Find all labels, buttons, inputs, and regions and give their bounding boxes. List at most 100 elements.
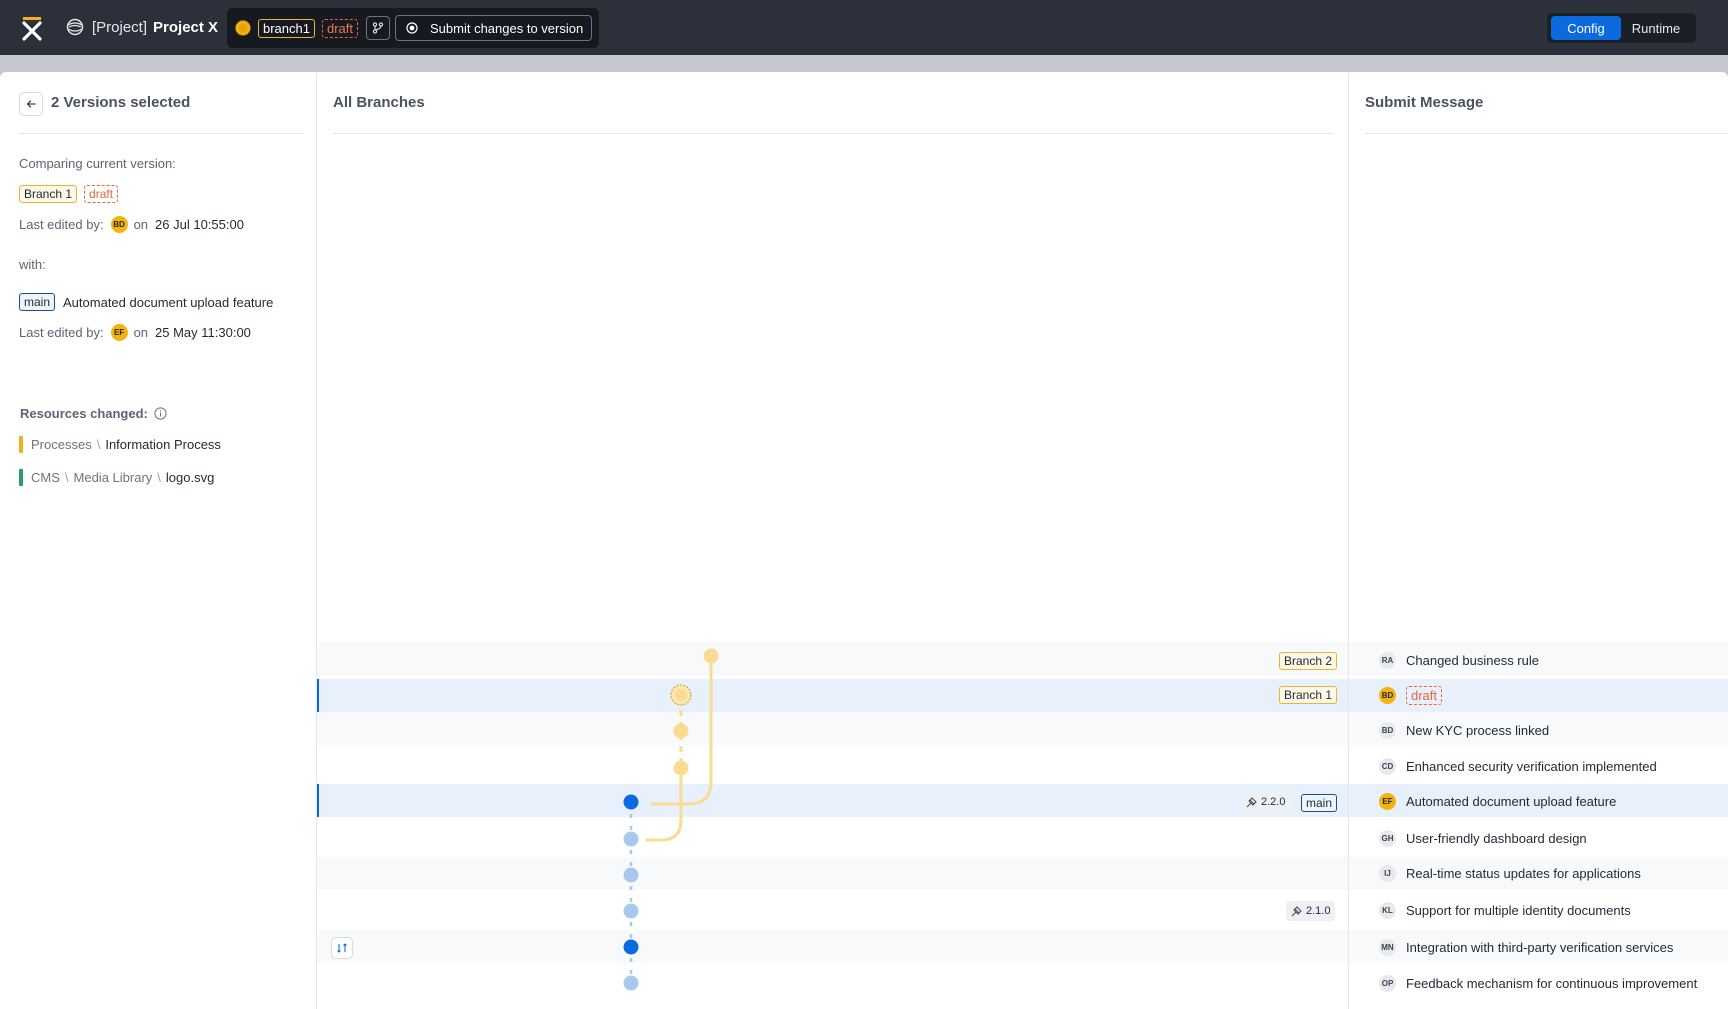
resource-name: logo.svg — [165, 470, 215, 485]
message-row[interactable]: IJ Real-time status updates for applicat… — [1379, 865, 1641, 882]
other-version-message: Automated document upload feature — [63, 294, 274, 310]
current-version-tags: Branch 1 draft — [19, 185, 119, 203]
commit-node[interactable] — [623, 939, 639, 955]
branch-fork-button[interactable] — [366, 16, 390, 40]
commit-node-draft-core — [675, 689, 687, 701]
commit-node[interactable] — [623, 867, 639, 883]
message-row[interactable]: GH User-friendly dashboard design — [1379, 830, 1587, 847]
branch2-tag[interactable]: Branch 2 — [1279, 652, 1338, 670]
release-icon — [1246, 796, 1257, 807]
main-branch-chip[interactable]: main — [19, 293, 56, 311]
last-edited-label: Last edited by: — [19, 325, 104, 340]
message-text: Feedback mechanism for continuous improv… — [1406, 976, 1698, 991]
divider — [19, 133, 304, 134]
back-button[interactable] — [19, 92, 43, 116]
record-icon — [406, 22, 418, 34]
current-draft-chip: draft — [84, 185, 119, 203]
last-edited-label: Last edited by: — [19, 217, 104, 232]
current-branch-tag[interactable]: branch1 — [258, 18, 315, 38]
message-text: Real-time status updates for application… — [1406, 866, 1641, 881]
top-bar: [Project] Project X branch1 draft Submit… — [0, 0, 1728, 55]
current-last-edited: Last edited by: BD on 26 Jul 10:55:00 — [19, 216, 244, 233]
resource-path: Processes — [31, 437, 92, 452]
message-row[interactable]: BD New KYC process linked — [1379, 722, 1549, 739]
main-tag[interactable]: main — [1301, 794, 1338, 812]
versions-sidebar: 2 Versions selected Comparing current ve… — [0, 72, 317, 1009]
avatar: BD — [1379, 722, 1396, 739]
resource-path: Media Library — [73, 470, 153, 485]
path-separator: \ — [96, 437, 101, 452]
message-text: Support for multiple identity documents — [1406, 903, 1631, 918]
fork-icon — [372, 22, 384, 34]
message-row[interactable]: BD draft — [1379, 686, 1443, 705]
branch-toolbar: branch1 draft Submit changes to version — [227, 8, 599, 48]
branch-graph-panel: All Branches Branch 2 Branch 1 2.2.0 mai… — [317, 72, 1349, 1009]
message-text: Enhanced security verification implement… — [1406, 759, 1657, 774]
release-icon — [1291, 905, 1302, 916]
info-icon[interactable] — [154, 407, 167, 420]
submit-changes-label: Submit changes to version — [430, 20, 584, 36]
resource-color-bar — [19, 469, 23, 486]
resource-path: CMS — [31, 470, 60, 485]
resource-item[interactable]: Processes \ Information Process — [19, 436, 221, 453]
branch1-tag[interactable]: Branch 1 — [1279, 686, 1338, 704]
message-row[interactable]: RA Changed business rule — [1379, 652, 1539, 669]
versions-selected-title: 2 Versions selected — [51, 94, 191, 111]
resource-name: Information Process — [105, 437, 221, 452]
commit-node[interactable] — [623, 975, 639, 991]
avatar: GH — [1379, 830, 1396, 847]
comparing-label: Comparing current version: — [19, 156, 176, 171]
project-breadcrumb[interactable]: [Project] Project X — [66, 18, 218, 36]
on-label: on — [133, 217, 149, 232]
commit-node-branch2[interactable] — [703, 648, 719, 664]
current-branch-chip[interactable]: Branch 1 — [19, 185, 78, 203]
draft-sun-icon — [235, 20, 251, 36]
message-text: Automated document upload feature — [1406, 794, 1617, 809]
current-edit-date: 26 Jul 10:55:00 — [155, 217, 244, 232]
commit-node[interactable] — [623, 831, 639, 847]
message-text: User-friendly dashboard design — [1406, 831, 1587, 846]
resources-changed-heading: Resources changed: — [20, 406, 167, 421]
avatar: KL — [1379, 902, 1396, 919]
version-tag-2-1-0[interactable]: 2.1.0 — [1286, 901, 1336, 921]
message-text: Changed business rule — [1406, 653, 1539, 668]
compare-toggle-button[interactable] — [331, 937, 353, 959]
config-mode-button[interactable]: Config — [1551, 16, 1621, 40]
submit-message-panel: Submit Message RA Changed business rule … — [1349, 72, 1728, 1009]
message-row[interactable]: MN Integration with third-party verifica… — [1379, 939, 1673, 956]
other-last-edited: Last edited by: EF on 25 May 11:30:00 — [19, 324, 251, 341]
commit-node[interactable] — [623, 903, 639, 919]
commit-node[interactable] — [673, 723, 689, 739]
branch-graph — [623, 648, 719, 991]
commit-node[interactable] — [673, 760, 689, 776]
avatar: MN — [1379, 939, 1396, 956]
with-label: with: — [19, 257, 46, 272]
message-row[interactable]: CD Enhanced security verification implem… — [1379, 758, 1657, 775]
version-tag-2-2-0[interactable]: 2.2.0 — [1241, 792, 1291, 812]
avatar: RA — [1379, 652, 1396, 669]
runtime-mode-button[interactable]: Runtime — [1621, 16, 1691, 40]
message-row[interactable]: OP Feedback mechanism for continuous imp… — [1379, 975, 1697, 992]
other-edit-date: 25 May 11:30:00 — [155, 325, 251, 340]
submit-message-title: Submit Message — [1365, 94, 1484, 111]
other-version: main Automated document upload feature — [19, 293, 273, 311]
arrow-left-icon — [26, 100, 36, 108]
message-text: New KYC process linked — [1406, 723, 1550, 738]
avatar: EF — [110, 324, 128, 341]
resource-color-bar — [19, 436, 23, 453]
avatar: BD — [110, 216, 128, 233]
resource-item[interactable]: CMS \ Media Library \ logo.svg — [19, 469, 214, 486]
avatar: EF — [1379, 793, 1396, 810]
app-logo-icon[interactable] — [20, 15, 44, 41]
compare-panel: 2 Versions selected Comparing current ve… — [0, 72, 1728, 1009]
submit-changes-button[interactable]: Submit changes to version — [395, 15, 593, 41]
commit-node-main-head[interactable] — [623, 794, 639, 810]
project-name: Project X — [153, 18, 219, 36]
version-label: 2.1.0 — [1306, 905, 1331, 917]
message-row[interactable]: KL Support for multiple identity documen… — [1379, 902, 1631, 919]
resources-changed-label: Resources changed: — [20, 406, 148, 421]
project-prefix: [Project] — [92, 18, 148, 36]
version-label: 2.2.0 — [1261, 796, 1286, 808]
mode-switch: Config Runtime — [1547, 13, 1696, 43]
message-row[interactable]: EF Automated document upload feature — [1379, 793, 1616, 810]
